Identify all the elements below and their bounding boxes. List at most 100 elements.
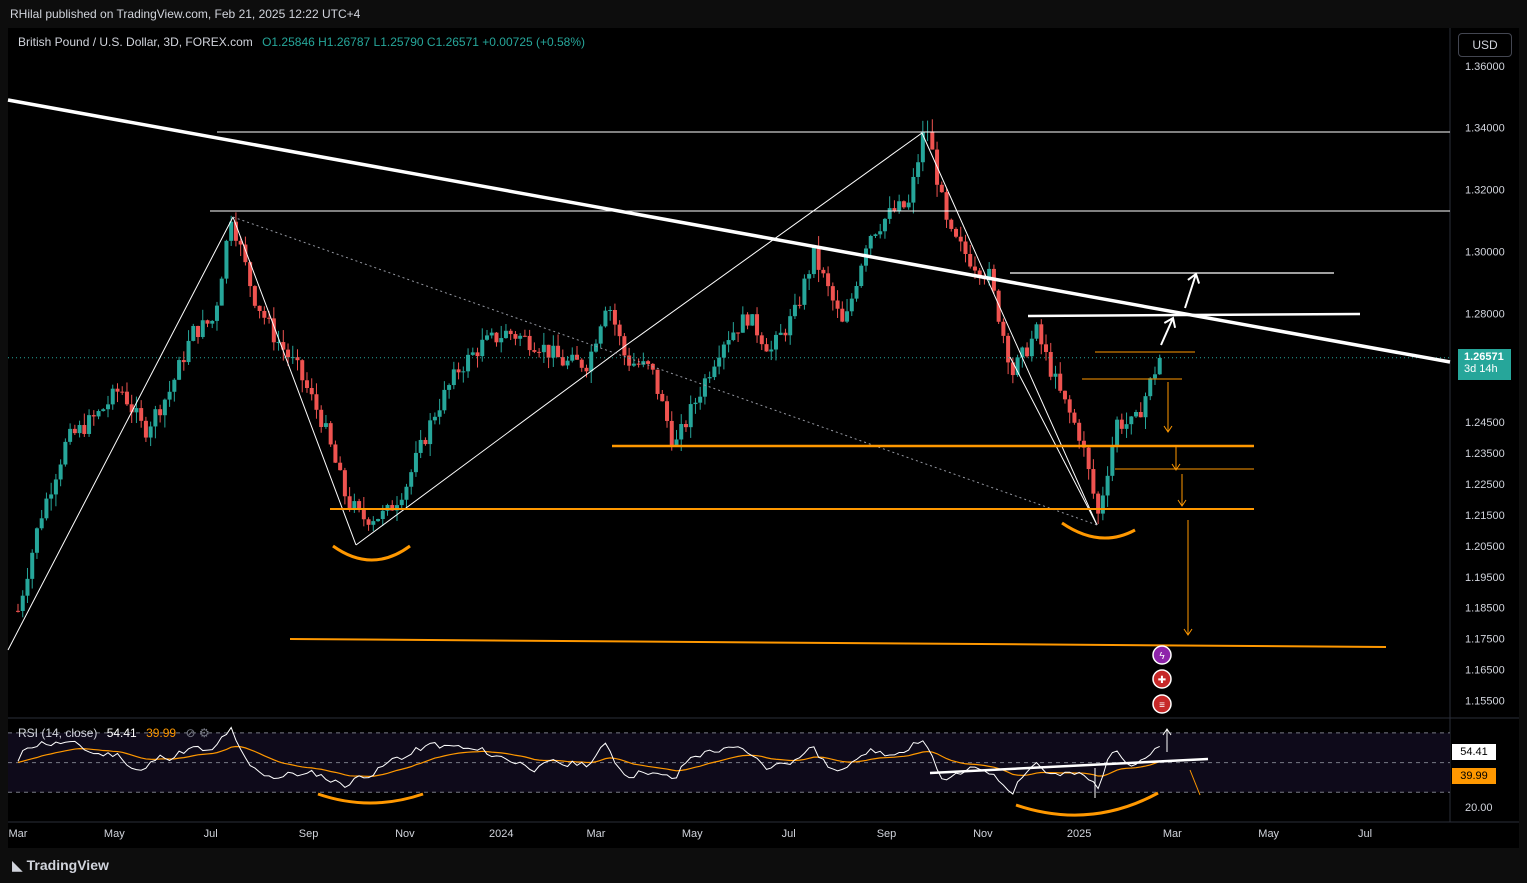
candle-body <box>688 404 693 428</box>
currency-button[interactable]: USD <box>1458 33 1512 57</box>
candle-body <box>210 320 215 324</box>
candle-body <box>442 389 447 411</box>
candle-body <box>693 402 698 405</box>
candle-body <box>1157 358 1162 375</box>
bottom-arc[interactable] <box>1061 521 1136 540</box>
candle-body <box>106 404 111 410</box>
candle-body <box>82 425 87 434</box>
ohlc-values: O1.25846 H1.26787 L1.25790 C1.26571 +0.0… <box>262 35 586 49</box>
candle-body <box>944 192 949 220</box>
tradingview-logo[interactable]: ◣ TradingView <box>12 857 109 874</box>
symbol-legend[interactable]: British Pound / U.S. Dollar, 3D, FOREX.c… <box>18 35 585 49</box>
candle-body <box>745 314 750 326</box>
candle-body <box>560 357 565 366</box>
candle-body <box>214 305 219 321</box>
candle-body <box>802 278 807 305</box>
candle-body <box>58 464 63 480</box>
candle-body <box>357 501 362 509</box>
time-tick-label: Nov <box>395 828 415 840</box>
candle-body <box>219 278 224 306</box>
candle-body <box>1143 396 1148 418</box>
price-tick-label: 1.34000 <box>1465 123 1505 135</box>
zigzag-leg[interactable] <box>921 132 1098 526</box>
candle-body <box>314 394 319 410</box>
candle-body <box>1062 390 1067 400</box>
candle-body <box>480 339 485 357</box>
price-tick-label: 1.24500 <box>1465 417 1505 429</box>
candle-body <box>788 316 793 336</box>
bottom-arc[interactable] <box>332 544 411 562</box>
candle-body <box>252 286 257 306</box>
zigzag-leg[interactable] <box>7 216 234 651</box>
footer-bar: ◣ TradingView <box>0 848 1527 883</box>
candle-body <box>319 409 324 427</box>
candle-body <box>1053 373 1058 377</box>
time-tick-label: Jul <box>1358 828 1372 840</box>
price-tick-label: 1.23500 <box>1465 448 1505 460</box>
candle-body <box>342 470 347 497</box>
lightning-event-icon[interactable]: ϟ <box>1152 645 1172 665</box>
candle-body <box>736 332 741 334</box>
zigzag-leg[interactable] <box>355 345 626 546</box>
candle-body <box>205 320 210 324</box>
candle-body <box>191 325 196 341</box>
candle-body <box>821 269 826 274</box>
candle-body <box>617 324 622 337</box>
candle-body <box>655 369 660 394</box>
candle-body <box>34 528 39 553</box>
event-markers: ϟ ✚ ≡ <box>1152 645 1172 714</box>
candle-body <box>489 332 494 336</box>
candle-body <box>660 393 665 402</box>
candle-body <box>451 369 456 386</box>
dotted-trendline[interactable] <box>232 216 1098 526</box>
candle-body <box>1072 412 1077 423</box>
candle-body <box>887 208 892 219</box>
last-price-label: 1.26571 3d 14h <box>1458 349 1511 380</box>
candle-body <box>257 305 262 311</box>
candle-body <box>958 236 963 242</box>
rsi-legend[interactable]: RSI (14, close) 54.41 39.99 ⊘ ⚙ <box>18 726 210 740</box>
candle-body <box>811 246 816 275</box>
candle-body <box>77 425 82 434</box>
candle-body <box>631 363 636 366</box>
time-tick-label: Sep <box>299 828 319 840</box>
candle-body <box>792 304 797 317</box>
candle-body <box>447 385 452 390</box>
time-tick-label: 2024 <box>489 828 513 840</box>
candle-body <box>972 266 977 271</box>
candle-body <box>930 131 935 150</box>
candle-body <box>124 391 129 405</box>
candle-body <box>1129 416 1134 425</box>
candle-body <box>63 441 68 465</box>
candle-body <box>920 132 925 163</box>
rsi-settings-icon[interactable]: ⊘ ⚙ <box>185 726 209 740</box>
candle-body <box>39 518 44 529</box>
candle-body <box>428 420 433 445</box>
candle-body <box>579 359 584 368</box>
candle-body <box>541 344 546 353</box>
candle-body <box>532 350 537 352</box>
candle-body <box>503 330 508 339</box>
rsi-bottom-arc[interactable] <box>1015 791 1159 817</box>
support-line-1175[interactable] <box>289 638 1387 648</box>
symbol-title: British Pound / U.S. Dollar, 3D, FOREX.c… <box>18 35 253 49</box>
candle-body <box>868 235 873 249</box>
price-chart[interactable]: 1.36000 1.34000 1.32000 1.30000 1.28000 1.245… <box>0 0 1527 883</box>
zigzag-leg[interactable] <box>232 216 357 546</box>
us-flag-icon[interactable]: ≡ <box>1152 694 1172 714</box>
candle-body <box>783 332 788 336</box>
candle-body <box>835 300 840 309</box>
resistance-line-1280[interactable] <box>1027 312 1361 318</box>
candle-body <box>911 176 916 203</box>
candle-body <box>53 479 58 495</box>
candle-body <box>764 344 769 352</box>
price-tick-label: 1.16500 <box>1465 665 1505 677</box>
zigzag-leg[interactable] <box>624 132 923 347</box>
descending-trendline[interactable] <box>7 98 1451 364</box>
candle-body <box>158 409 163 416</box>
candle-body <box>1115 419 1120 447</box>
candle-body <box>418 439 423 453</box>
candle-body <box>1119 419 1124 429</box>
uk-flag-icon[interactable]: ✚ <box>1152 669 1172 689</box>
rsi-bottom-arc[interactable] <box>317 792 424 805</box>
